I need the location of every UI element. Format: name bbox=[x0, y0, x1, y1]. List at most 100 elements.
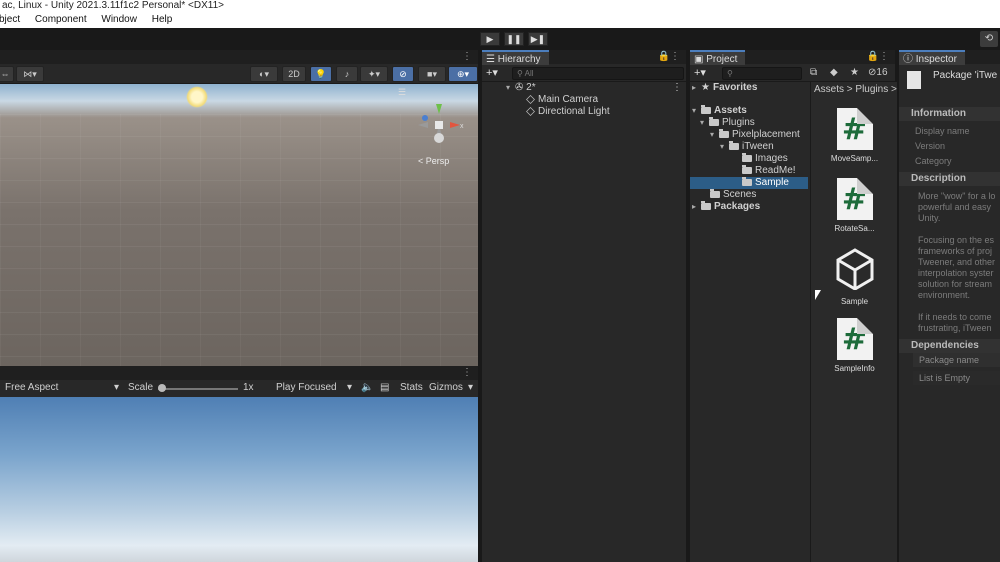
menu-help[interactable]: Help bbox=[152, 12, 173, 27]
tree-scenes[interactable]: Scenes bbox=[690, 188, 808, 201]
tool-handle-icon[interactable]: ⇔ bbox=[0, 66, 14, 82]
effects-toggle-icon[interactable]: ✦▾ bbox=[360, 66, 388, 82]
game-toolbar: Free Aspect ▾ Scale 1x Play Focused ▾ 🔈 … bbox=[0, 380, 478, 397]
hierarchy-menu-icon[interactable]: ⋮ bbox=[670, 50, 680, 64]
desc-line: solution for stream bbox=[918, 279, 993, 289]
create-asset-icon[interactable]: +▾ bbox=[694, 66, 706, 79]
lighting-toggle-icon[interactable]: 💡 bbox=[310, 66, 332, 82]
asset-movesample[interactable]: # MoveSamp... bbox=[811, 108, 898, 163]
menu-window[interactable]: Window bbox=[101, 12, 137, 27]
scene-name: 2* bbox=[526, 82, 536, 93]
scene-panel-header: ⋮ bbox=[0, 50, 478, 64]
asset-label: RotateSa... bbox=[834, 224, 875, 233]
play-mode-chevron-icon[interactable]: ▾ bbox=[347, 382, 352, 393]
gizmo-menu-icon[interactable]: ☰ bbox=[398, 87, 406, 98]
unity-scene-icon bbox=[836, 248, 873, 291]
plugins-label: Plugins bbox=[722, 117, 755, 128]
project-tab[interactable]: ▣ Project bbox=[690, 50, 746, 65]
shading-mode-icon[interactable]: ◐▾ bbox=[250, 66, 278, 82]
camera-settings-icon[interactable]: ■▾ bbox=[418, 66, 446, 82]
tree-pixelplacement[interactable]: ▾ Pixelplacement bbox=[690, 128, 808, 141]
pixelplacement-label: Pixelplacement bbox=[732, 129, 800, 140]
create-object-icon[interactable]: +▾ bbox=[486, 66, 498, 79]
gizmos-toggle-icon[interactable]: ⊕▾ bbox=[448, 66, 478, 82]
sun-icon bbox=[186, 86, 208, 108]
dependencies-section[interactable]: Dependencies bbox=[899, 339, 1000, 353]
game-viewport[interactable] bbox=[0, 397, 478, 562]
tree-itween[interactable]: ▾ iTween bbox=[690, 140, 808, 153]
aspect-chevron-icon[interactable]: ▾ bbox=[114, 382, 119, 393]
search-by-type-icon[interactable]: ⧉ bbox=[810, 67, 817, 78]
asset-rotatesample[interactable]: # RotateSa... bbox=[811, 178, 898, 233]
gizmos-chevron-icon[interactable]: ▾ bbox=[468, 382, 473, 393]
csharp-script-icon: # bbox=[836, 318, 873, 360]
toggle-2d-button[interactable]: 2D bbox=[282, 66, 306, 82]
breadcrumb[interactable]: Assets > Plugins > bbox=[814, 84, 897, 95]
hierarchy-search-input[interactable]: ⚲ All bbox=[512, 67, 684, 80]
menu-component[interactable]: Component bbox=[35, 12, 87, 27]
menu-object[interactable]: bject bbox=[0, 12, 20, 27]
hierarchy-lock-icon[interactable]: 🔒 bbox=[658, 50, 670, 64]
information-section[interactable]: Information bbox=[899, 107, 1000, 121]
folder-icon bbox=[701, 200, 711, 210]
hierarchy-item-main-camera[interactable]: Main Camera bbox=[482, 94, 686, 106]
tree-favorites[interactable]: ▸ ★ Favorites bbox=[690, 82, 808, 94]
stats-button[interactable]: Stats bbox=[400, 382, 423, 393]
hierarchy-search-placeholder: All bbox=[524, 69, 534, 78]
tree-plugins[interactable]: ▾ Plugins bbox=[690, 116, 808, 129]
tree-sample[interactable]: Sample bbox=[690, 176, 808, 189]
hierarchy-item-label: Directional Light bbox=[538, 106, 610, 117]
asset-sample-scene[interactable]: Sample bbox=[811, 248, 898, 306]
display-name-label: Display name bbox=[915, 126, 970, 136]
scale-label: Scale bbox=[128, 382, 154, 393]
persp-label[interactable]: < Persp bbox=[418, 156, 449, 166]
play-mode-dropdown[interactable]: Play Focused bbox=[276, 382, 337, 393]
hidden-packages-icon[interactable]: ⊘16 bbox=[868, 67, 888, 78]
inspector-title: Package 'iTwe bbox=[933, 70, 998, 81]
hierarchy-tab[interactable]: ☰ Hierarchy bbox=[482, 50, 549, 65]
project-menu-icon[interactable]: ⋮ bbox=[879, 50, 889, 64]
scene-grid bbox=[0, 114, 478, 366]
undo-history-icon[interactable]: ⟲ bbox=[980, 31, 998, 47]
tree-packages[interactable]: ▸ Packages bbox=[690, 200, 808, 213]
scene-menu-icon[interactable]: ⋮ bbox=[462, 50, 472, 64]
folder-icon bbox=[701, 104, 711, 114]
images-label: Images bbox=[755, 153, 788, 164]
mute-audio-icon[interactable]: 🔈 bbox=[361, 382, 373, 393]
tree-assets[interactable]: ▾ Assets bbox=[690, 104, 808, 117]
hierarchy-item-directional-light[interactable]: Directional Light bbox=[482, 106, 686, 118]
play-button[interactable]: ▶ bbox=[480, 32, 500, 46]
inspector-tab[interactable]: ⓘ Inspector bbox=[899, 50, 965, 65]
scale-slider-handle[interactable] bbox=[158, 384, 166, 392]
snap-settings-icon[interactable]: ⋈▾ bbox=[16, 66, 44, 82]
keyboard-icon[interactable]: ▤ bbox=[380, 382, 389, 393]
aspect-dropdown[interactable]: Free Aspect bbox=[5, 382, 58, 393]
tree-readme[interactable]: ReadMe! bbox=[690, 164, 808, 177]
csharp-script-icon: # bbox=[836, 108, 873, 150]
project-search-input[interactable]: ⚲ bbox=[722, 67, 802, 80]
gizmos-button[interactable]: Gizmos bbox=[429, 382, 463, 393]
step-button[interactable]: ▶❚ bbox=[528, 32, 548, 46]
description-section[interactable]: Description bbox=[899, 172, 1000, 186]
hierarchy-item-label: Main Camera bbox=[538, 94, 599, 105]
hidden-objects-icon[interactable]: ⊘ bbox=[392, 66, 414, 82]
svg-text:x: x bbox=[460, 123, 464, 130]
search-by-label-icon[interactable]: ◆ bbox=[830, 67, 838, 78]
desc-line: Focusing on the es bbox=[918, 235, 995, 245]
orientation-gizmo-icon[interactable]: x bbox=[414, 100, 464, 150]
project-lock-icon[interactable]: 🔒 bbox=[867, 50, 879, 64]
scale-slider-track[interactable] bbox=[158, 388, 238, 390]
game-menu-icon[interactable]: ⋮ bbox=[462, 366, 472, 380]
scene-row-menu-icon[interactable]: ⋮ bbox=[672, 82, 682, 94]
audio-toggle-icon[interactable]: ♪ bbox=[336, 66, 358, 82]
gameobject-icon bbox=[526, 106, 535, 116]
scene-viewport[interactable]: ☰ x < Persp bbox=[0, 84, 478, 366]
tree-images[interactable]: Images bbox=[690, 152, 808, 165]
favorite-star-icon[interactable]: ★ bbox=[850, 67, 859, 78]
inspector-header: ⓘ Inspector bbox=[899, 50, 1000, 65]
packages-label: Packages bbox=[714, 201, 761, 212]
pause-button[interactable]: ❚❚ bbox=[504, 32, 524, 46]
scene-root-row[interactable]: ▾ ✇ 2* ⋮ bbox=[482, 82, 686, 94]
mouse-cursor-icon bbox=[815, 290, 821, 300]
asset-sampleinfo[interactable]: # SampleInfo bbox=[811, 318, 898, 373]
